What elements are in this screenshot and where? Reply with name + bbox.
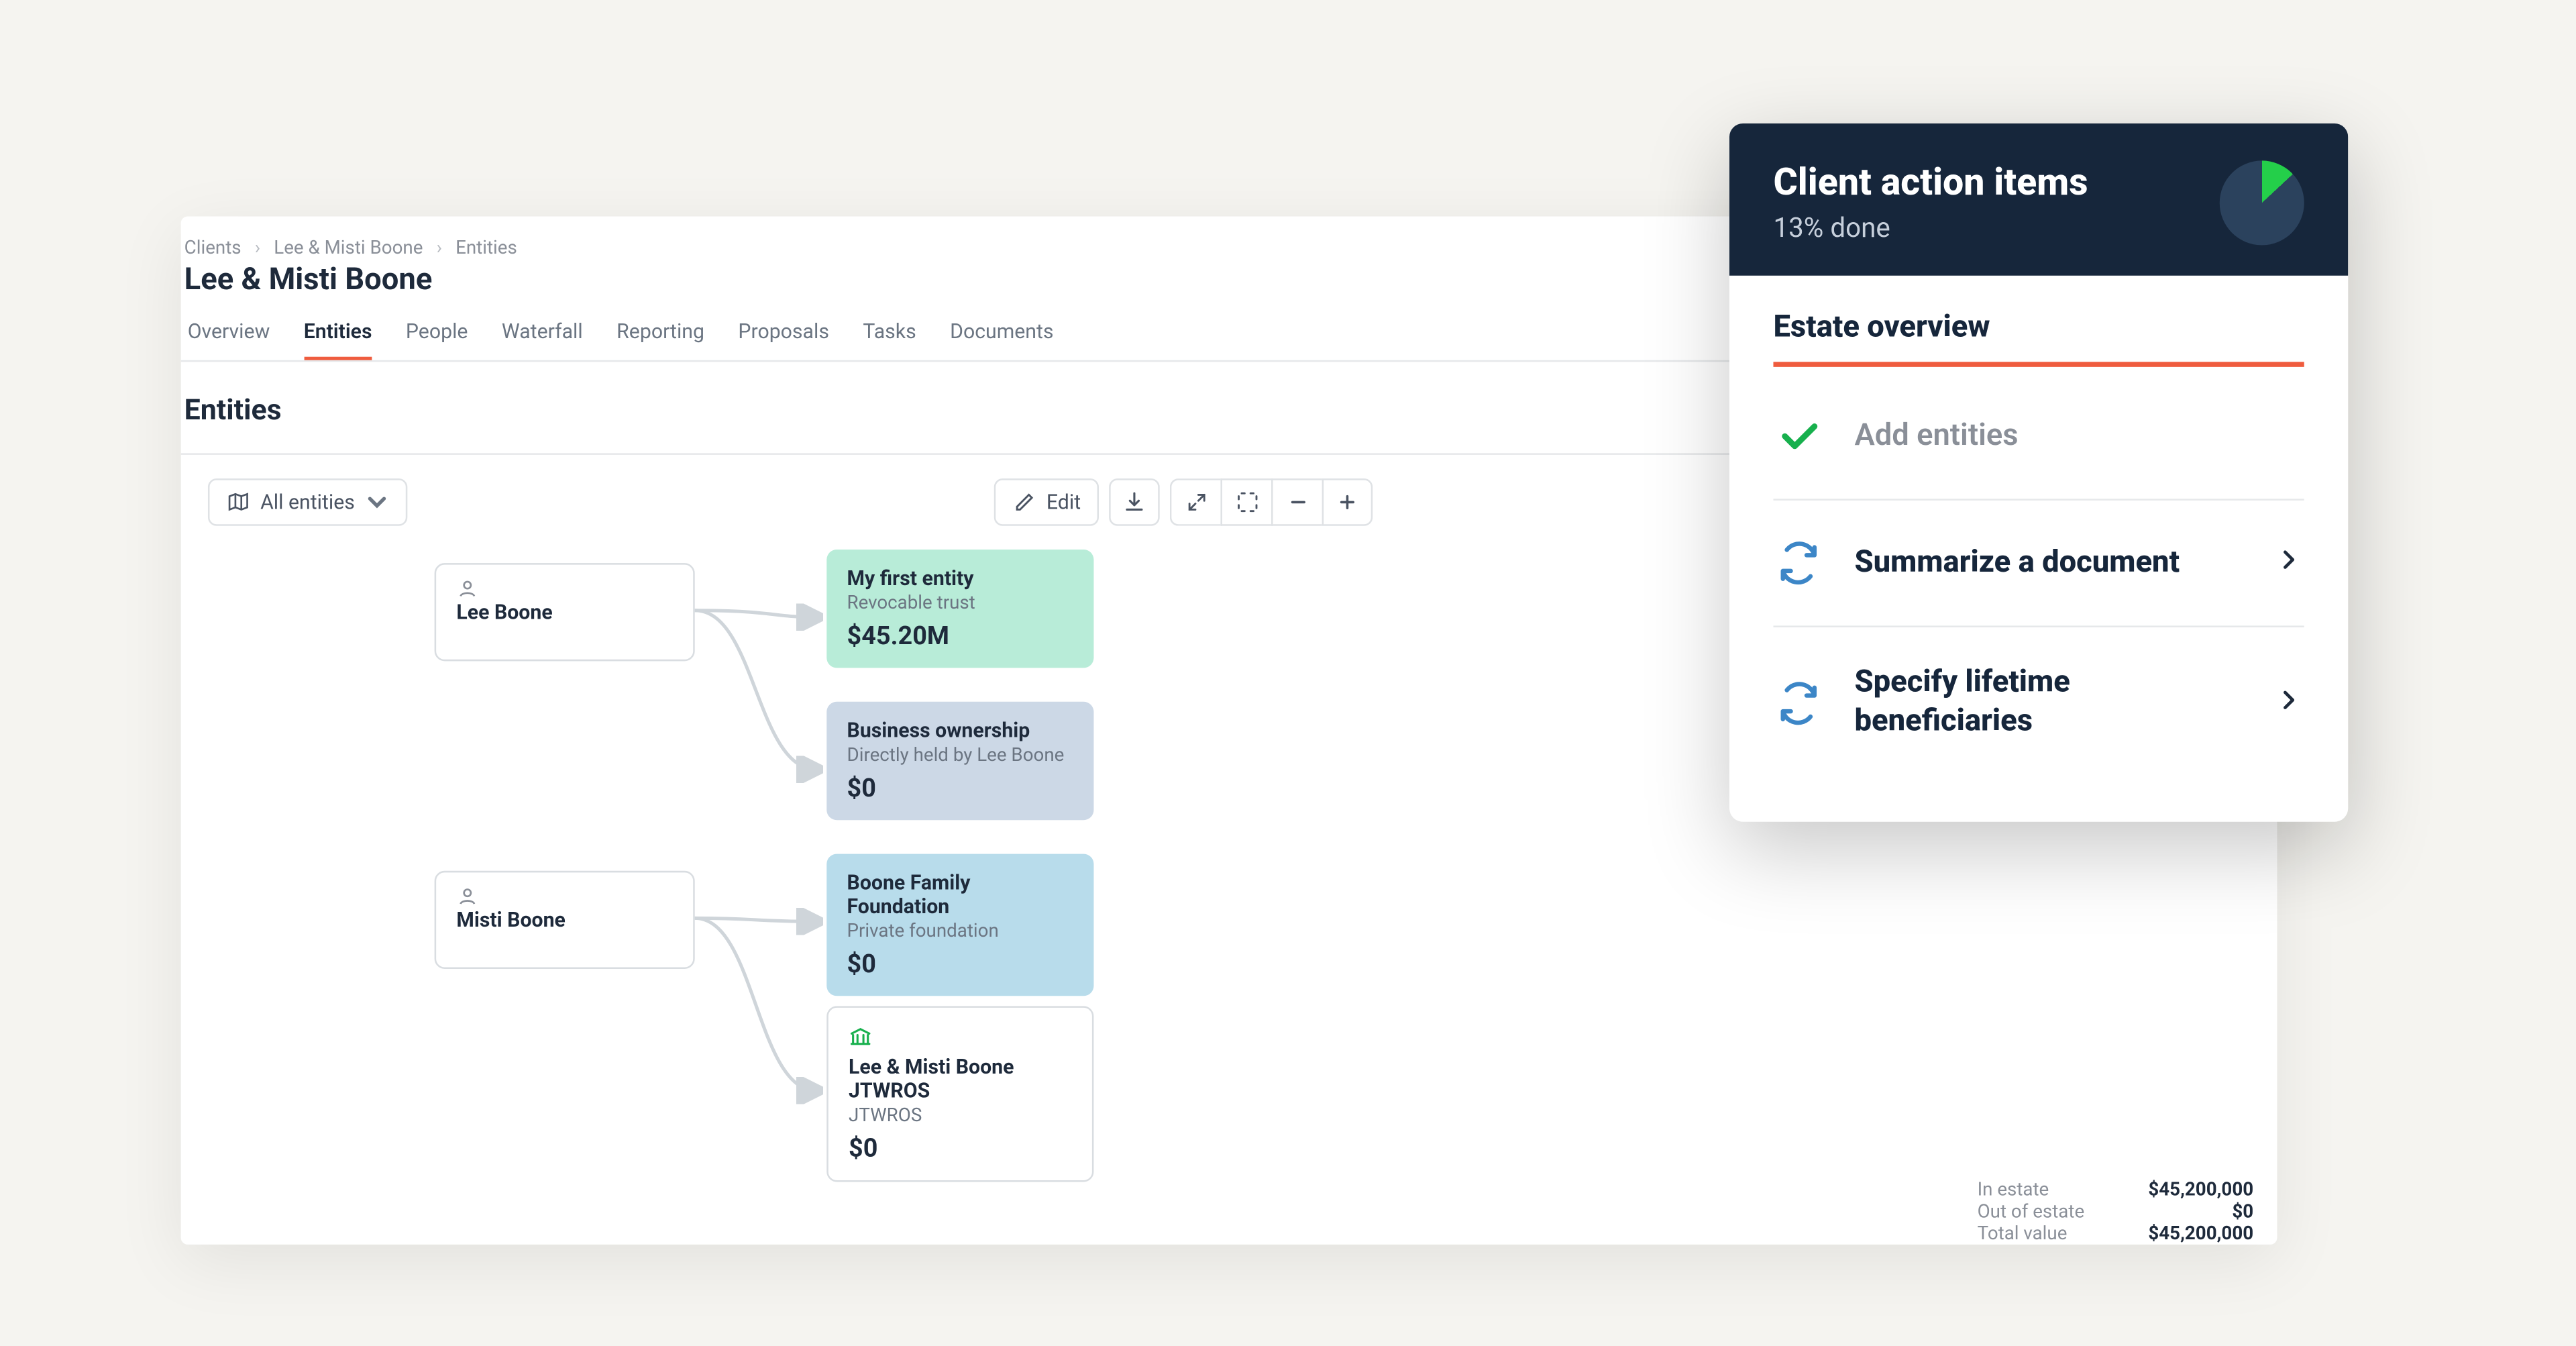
entity-subtitle: Directly held by Lee Boone [847,744,1074,766]
task-label: Summarize a document [1854,544,2243,582]
task-label: Add entities [1854,417,2304,456]
progress-pie-icon [2220,160,2304,245]
entity-value: $45.20M [847,621,1074,651]
tab-overview[interactable]: Overview [188,319,270,360]
expand-icon [1185,490,1208,514]
chevron-right-icon [2273,684,2304,721]
pencil-icon [1012,490,1036,514]
panel-section-title: Estate overview [1773,309,2304,367]
entity-subtitle: Revocable trust [847,592,1074,614]
map-icon [227,490,250,514]
summary-value: $45,200,000 [2118,1223,2254,1245]
task-specify-beneficiaries[interactable]: Specify lifetime beneficiaries [1773,627,2304,778]
panel-title: Client action items [1773,162,2088,205]
tab-people[interactable]: People [406,319,468,360]
summary-label: In estate [1978,1178,2049,1200]
breadcrumb-entities: Entities [455,237,517,259]
chevron-right-icon [2273,544,2304,581]
summary-value: $0 [2118,1200,2254,1223]
canvas-action-bar: Edit [994,478,1373,526]
entity-title: Boone Family Foundation [847,871,1074,919]
plus-icon [1336,490,1360,514]
summary-label: Out of estate [1978,1200,2085,1223]
entity-diagram: Lee Boone Misti Boone My first entity Re… [435,550,1449,1245]
entity-node[interactable]: Business ownership Directly held by Lee … [826,702,1093,820]
bank-icon [849,1025,872,1048]
maximize-icon [1236,490,1259,514]
panel-done-text: 13% done [1773,211,2088,244]
estate-summary: In estate $45,200,000 Out of estate $0 Tot… [1978,1178,2254,1244]
fullscreen-button[interactable] [1221,478,1272,526]
expand-button[interactable] [1171,478,1222,526]
entity-subtitle: Private foundation [847,920,1074,942]
task-summarize-document[interactable]: Summarize a document [1773,501,2304,627]
tab-entities[interactable]: Entities [304,319,372,360]
person-node[interactable]: Lee Boone [435,563,695,661]
section-title: Entities [184,394,282,427]
entity-subtitle: JTWROS [849,1104,1072,1127]
entity-value: $0 [847,949,1074,979]
person-icon [456,886,478,908]
entity-node[interactable]: Lee & Misti Boone JTWROS JTWROS $0 [826,1006,1093,1182]
task-add-entities[interactable]: Add entities [1773,374,2304,501]
edit-button[interactable]: Edit [994,478,1099,526]
summary-value: $45,200,000 [2118,1178,2254,1200]
tab-waterfall[interactable]: Waterfall [502,319,583,360]
check-icon [1773,411,1824,462]
entity-value: $0 [847,773,1074,803]
chevron-down-icon [365,490,388,514]
person-name: Misti Boone [456,908,673,931]
download-button[interactable] [1110,478,1161,526]
tab-reporting[interactable]: Reporting [616,319,704,360]
entity-value: $0 [849,1133,1072,1163]
client-action-items-panel: Client action items 13% done Estate over… [1729,123,2348,822]
tab-proposals[interactable]: Proposals [738,319,829,360]
refresh-icon [1773,537,1824,588]
refresh-icon [1773,677,1824,728]
task-label: Specify lifetime beneficiaries [1854,664,2243,740]
tab-documents[interactable]: Documents [950,319,1053,360]
panel-header: Client action items 13% done [1729,123,2348,276]
chevron-right-icon: › [255,237,260,259]
page-title: Lee & Misti Boone [184,262,433,298]
breadcrumb-clients[interactable]: Clients [184,237,241,259]
tab-tasks[interactable]: Tasks [863,319,916,360]
entity-filter-button[interactable]: All entities [208,478,407,526]
person-name: Lee Boone [456,601,673,624]
chevron-right-icon: › [437,237,442,259]
entity-filter-label: All entities [260,490,355,514]
minus-icon [1286,490,1309,514]
download-icon [1123,490,1146,514]
entity-title: My first entity [847,566,1074,590]
zoom-out-button[interactable] [1272,478,1323,526]
entity-node[interactable]: Boone Family Foundation Private foundati… [826,854,1093,996]
person-node[interactable]: Misti Boone [435,871,695,969]
zoom-in-button[interactable] [1322,478,1373,526]
edit-label: Edit [1046,490,1081,514]
breadcrumb-client[interactable]: Lee & Misti Boone [274,237,423,259]
entity-title: Lee & Misti Boone JTWROS [849,1055,1072,1102]
entity-node[interactable]: My first entity Revocable trust $45.20M [826,550,1093,668]
person-icon [456,578,478,601]
summary-label: Total value [1978,1223,2068,1245]
entity-title: Business ownership [847,719,1074,742]
